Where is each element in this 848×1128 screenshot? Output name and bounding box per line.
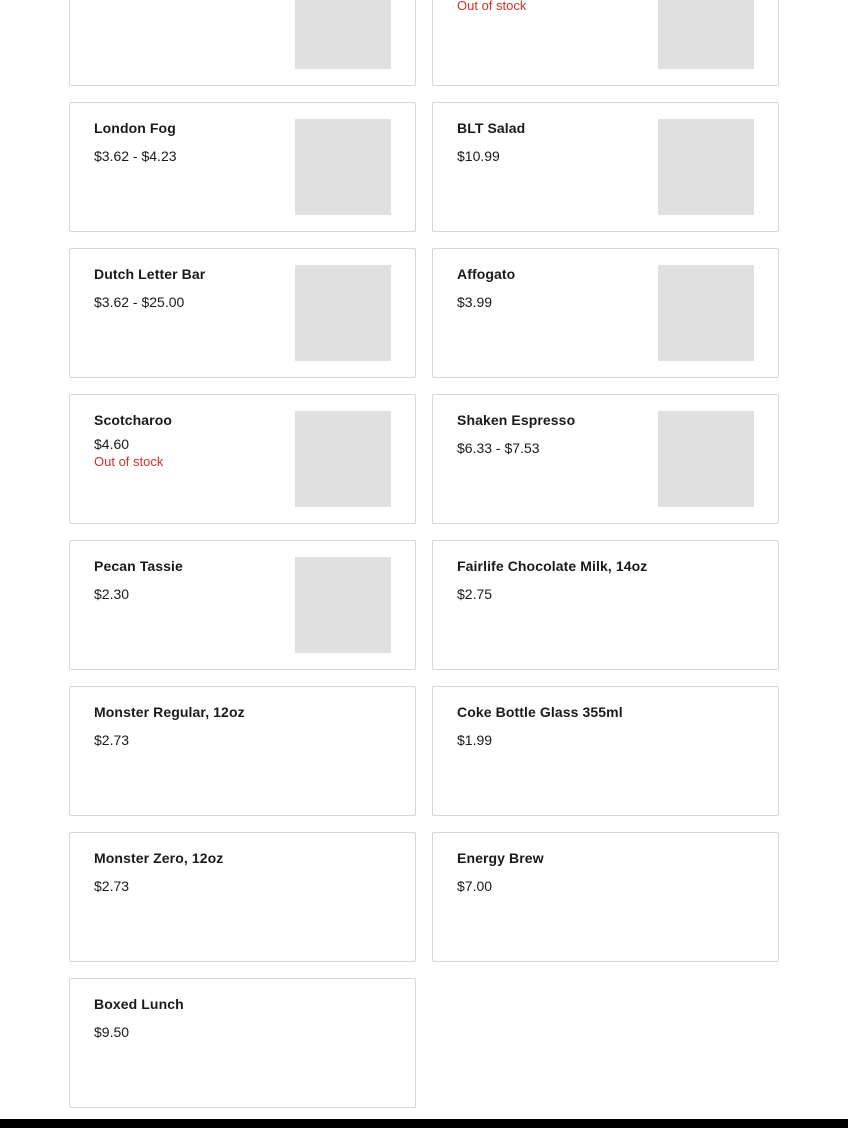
menu-item-name: Monster Zero, 12oz [94,850,224,866]
menu-item-card[interactable]: Shaken Espresso $6.33 - $7.53 [432,394,779,524]
menu-item-info: BLT Salad $10.99 [457,119,648,165]
menu-item-info: Energy Brew $7.00 [457,849,754,895]
menu-item-price: $9.50 [94,1024,130,1040]
menu-item-card[interactable]: BLT Salad $10.99 [432,102,779,232]
menu-item-card[interactable]: London Fog $3.62 - $4.23 [69,102,416,232]
menu-item-price: $10.99 [457,148,500,164]
menu-item-info: $5.99Out of stock [457,0,648,14]
menu-item-card[interactable]: Scotcharoo $4.60 Out of stock [69,394,416,524]
menu-item-card[interactable]: $10.99 [69,0,416,86]
menu-item-name: Pecan Tassie [94,558,183,574]
menu-item-name: BLT Salad [457,120,526,136]
menu-item-card[interactable]: Coke Bottle Glass 355ml $1.99 [432,686,779,816]
menu-item-price: $3.99 [457,294,493,310]
menu-item-info: Pecan Tassie $2.30 [94,557,285,603]
menu-item-card[interactable]: Dutch Letter Bar $3.62 - $25.00 [69,248,416,378]
menu-item-card[interactable]: Pecan Tassie $2.30 [69,540,416,670]
out-of-stock-label: Out of stock [94,454,164,469]
menu-item-price: $6.33 - $7.53 [457,440,540,456]
menu-item-price: $7.00 [457,878,493,894]
menu-item-card[interactable]: Fairlife Chocolate Milk, 14oz $2.75 [432,540,779,670]
menu-item-image-placeholder [295,119,391,215]
menu-item-price: $2.75 [457,586,493,602]
menu-item-price: $2.73 [94,732,130,748]
menu-item-image-placeholder [658,411,754,507]
menu-item-name: Affogato [457,266,516,282]
menu-item-price: $3.62 - $25.00 [94,294,185,310]
menu-item-info: Dutch Letter Bar $3.62 - $25.00 [94,265,285,311]
menu-item-price: $3.62 - $4.23 [94,148,177,164]
menu-item-name: Boxed Lunch [94,996,184,1012]
menu-item-price: $4.60 [94,436,130,452]
menu-item-info: Fairlife Chocolate Milk, 14oz $2.75 [457,557,754,603]
menu-item-name: Shaken Espresso [457,412,576,428]
menu-item-card[interactable]: Boxed Lunch $9.50 [69,978,416,1108]
menu-item-grid: $10.99 $5.99Out of stock London Fog $3.62 -… [69,0,779,1108]
menu-item-info: London Fog $3.62 - $4.23 [94,119,285,165]
menu-item-name: Coke Bottle Glass 355ml [457,704,623,720]
menu-item-name: Scotcharoo [94,412,173,428]
footer-bar [0,1119,848,1128]
menu-item-price: $1.99 [457,732,493,748]
menu-item-info: Coke Bottle Glass 355ml $1.99 [457,703,754,749]
menu-item-info: Monster Zero, 12oz $2.73 [94,849,391,895]
menu-item-image-placeholder [658,0,754,69]
menu-item-info: Scotcharoo $4.60 Out of stock [94,411,285,470]
menu-item-name: Fairlife Chocolate Milk, 14oz [457,558,648,574]
menu-item-price: $2.30 [94,586,130,602]
menu-item-info: Boxed Lunch $9.50 [94,995,391,1041]
menu-item-image-placeholder [295,411,391,507]
menu-item-image-placeholder [658,119,754,215]
menu-item-card[interactable]: Monster Regular, 12oz $2.73 [69,686,416,816]
menu-item-price: $10.99 [94,0,285,1]
menu-item-name: London Fog [94,120,176,136]
menu-item-card[interactable]: Energy Brew $7.00 [432,832,779,962]
menu-item-card[interactable]: Monster Zero, 12oz $2.73 [69,832,416,962]
menu-item-info: $10.99 [94,0,285,1]
menu-item-image-placeholder [658,265,754,361]
menu-item-image-placeholder [295,265,391,361]
menu-item-name: Monster Regular, 12oz [94,704,245,720]
menu-item-image-placeholder [295,0,391,69]
menu-item-card[interactable]: $5.99Out of stock [432,0,779,86]
menu-item-name: Dutch Letter Bar [94,266,206,282]
menu-item-name: Energy Brew [457,850,544,866]
menu-item-info: Shaken Espresso $6.33 - $7.53 [457,411,648,457]
menu-item-info: Monster Regular, 12oz $2.73 [94,703,391,749]
menu-item-card[interactable]: Affogato $3.99 [432,248,779,378]
menu-item-image-placeholder [295,557,391,653]
menu-item-price: $2.73 [94,878,130,894]
out-of-stock-label: Out of stock [457,0,527,13]
menu-item-info: Affogato $3.99 [457,265,648,311]
